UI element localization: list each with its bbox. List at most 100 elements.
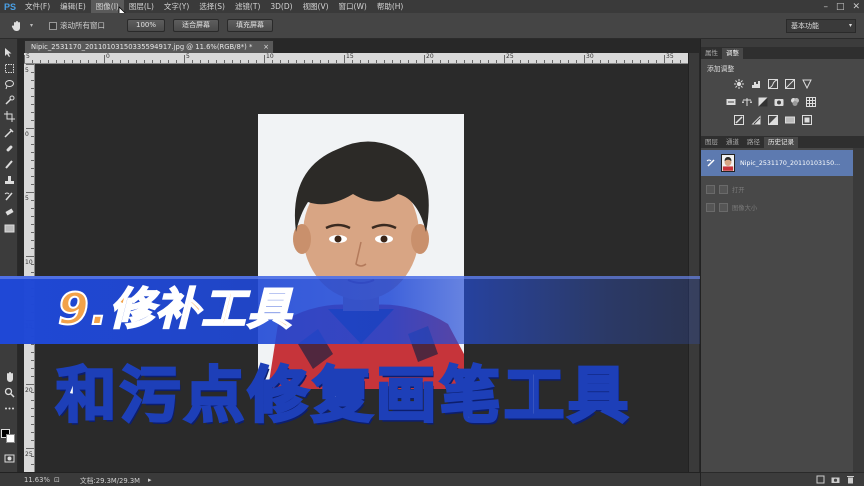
- tab-paths[interactable]: 路径: [743, 137, 764, 148]
- menu-view[interactable]: 视图(V): [298, 0, 334, 13]
- brush-tool-icon[interactable]: [2, 157, 16, 171]
- tab-history[interactable]: 历史记录: [764, 137, 798, 148]
- chevron-down-icon[interactable]: ▾: [30, 22, 33, 29]
- trash-icon[interactable]: [846, 475, 855, 484]
- ruler-label: 0: [25, 131, 29, 138]
- color-balance-icon[interactable]: [741, 97, 752, 107]
- brightness-icon[interactable]: [733, 79, 744, 89]
- new-document-from-state-icon[interactable]: [816, 475, 825, 484]
- quick-mask-icon[interactable]: [2, 451, 16, 465]
- exposure-icon[interactable]: [784, 79, 795, 89]
- background-color-swatch[interactable]: [6, 434, 15, 443]
- ellipsis-icon[interactable]: [2, 401, 16, 415]
- ruler-tick: [26, 64, 34, 65]
- chevron-right-icon[interactable]: ▸: [148, 476, 152, 484]
- hand-tool-icon[interactable]: [2, 369, 16, 383]
- scroll-all-windows-checkbox[interactable]: 滚动所有窗口: [49, 20, 105, 31]
- checkbox-box[interactable]: [49, 21, 58, 30]
- tab-channels[interactable]: 通道: [722, 137, 743, 148]
- levels-icon[interactable]: [750, 79, 761, 89]
- ruler-tick: [26, 448, 34, 449]
- ruler-label: 10: [25, 259, 33, 266]
- ruler-label: 15: [346, 53, 354, 60]
- zoom-100-button[interactable]: 100%: [127, 19, 166, 32]
- ruler-label: 35: [666, 53, 674, 60]
- ruler-tick: [26, 192, 34, 193]
- tab-adjustments[interactable]: 调整: [722, 48, 743, 59]
- ruler-label: 25: [25, 451, 33, 458]
- ruler-tick: [24, 55, 25, 63]
- lasso-tool-icon[interactable]: [2, 77, 16, 91]
- photo-filter-icon[interactable]: [773, 97, 784, 107]
- ruler-label: 5: [26, 53, 30, 60]
- maximize-icon[interactable]: □: [836, 2, 845, 12]
- document-tab[interactable]: Nipic_2531170_20110103150335594917.jpg @…: [24, 40, 274, 53]
- tab-properties[interactable]: 属性: [701, 48, 722, 59]
- workspace-value: 基本功能: [791, 22, 819, 30]
- gradient-tool-icon[interactable]: [2, 221, 16, 235]
- tab-layers[interactable]: 图层: [701, 137, 722, 148]
- ruler-tick: [424, 55, 425, 63]
- menu-3d[interactable]: 3D(D): [265, 0, 297, 13]
- hand-tool-icon[interactable]: [6, 17, 28, 35]
- chevron-down-icon: ▾: [848, 22, 852, 29]
- threshold-icon[interactable]: [767, 115, 778, 125]
- color-lookup-icon[interactable]: [805, 97, 816, 107]
- ruler-label: 25: [506, 53, 514, 60]
- history-brush-source-icon[interactable]: [701, 158, 721, 168]
- close-icon[interactable]: ×: [263, 41, 269, 53]
- menu-help[interactable]: 帮助(H): [372, 0, 409, 13]
- crop-tool-icon[interactable]: [2, 109, 16, 123]
- photoshop-logo: PS: [3, 1, 16, 12]
- stamp-tool-icon[interactable]: [2, 173, 16, 187]
- zoom-tool-icon[interactable]: [2, 385, 16, 399]
- menu-window[interactable]: 窗口(W): [334, 0, 372, 13]
- options-bar: ▾ 滚动所有窗口 100% 适合屏幕 填充屏幕 基本功能 ▾: [0, 13, 864, 39]
- status-info-icon[interactable]: ⊡: [54, 476, 60, 484]
- history-state-icon: [719, 184, 728, 194]
- minimize-icon[interactable]: –: [823, 2, 828, 12]
- history-snapshot[interactable]: Nipic_2531170_20110103150...: [701, 150, 853, 176]
- history-brush-icon[interactable]: [2, 189, 16, 203]
- posterize-icon[interactable]: [750, 115, 761, 125]
- ruler-label: 5: [25, 67, 29, 74]
- history-state-open[interactable]: 打开: [701, 180, 853, 198]
- spot-healing-brush-icon[interactable]: [2, 141, 16, 155]
- workspace-select[interactable]: 基本功能 ▾: [786, 19, 856, 33]
- menu-filter[interactable]: 滤镜(T): [230, 0, 265, 13]
- menu-layer[interactable]: 图层(L): [124, 0, 159, 13]
- menu-file[interactable]: 文件(F): [20, 0, 55, 13]
- menu-edit[interactable]: 编辑(E): [55, 0, 91, 13]
- ruler-tick: [184, 55, 185, 63]
- fill-screen-button[interactable]: 填充屏幕: [227, 19, 274, 32]
- selective-color-icon[interactable]: [801, 115, 812, 125]
- channel-mixer-icon[interactable]: [789, 97, 800, 107]
- zoom-level[interactable]: 11.63%: [0, 476, 50, 484]
- hue-saturation-icon[interactable]: [725, 97, 736, 107]
- close-icon[interactable]: ✕: [852, 2, 860, 12]
- menu-type[interactable]: 文字(Y): [159, 0, 194, 13]
- curves-icon[interactable]: [767, 79, 778, 89]
- properties-panel-tabs: 属性 调整: [701, 47, 864, 59]
- gradient-map-icon[interactable]: [784, 115, 795, 125]
- history-scrollbar[interactable]: [853, 148, 864, 472]
- vibrance-icon[interactable]: [801, 79, 812, 89]
- eyedropper-tool-icon[interactable]: [2, 125, 16, 139]
- document-size-info: 文档:29.3M/29.3M: [79, 476, 141, 485]
- history-state-image-size[interactable]: 图像大小: [701, 198, 853, 216]
- ruler-label: 10: [266, 53, 274, 60]
- black-white-icon[interactable]: [757, 97, 768, 107]
- ruler-label: 5: [186, 53, 190, 60]
- canvas-scrollbar[interactable]: [688, 53, 699, 472]
- marquee-tool-icon[interactable]: [2, 61, 16, 75]
- menu-select[interactable]: 选择(S): [194, 0, 230, 13]
- move-tool-icon[interactable]: [2, 45, 16, 59]
- window-controls: – □ ✕: [823, 0, 860, 13]
- fit-screen-button[interactable]: 适合屏幕: [173, 19, 220, 32]
- history-panel: Nipic_2531170_20110103150... 打开 图像大小: [701, 148, 864, 472]
- camera-icon[interactable]: [831, 475, 840, 484]
- invert-icon[interactable]: [733, 115, 744, 125]
- quick-select-tool-icon[interactable]: [2, 93, 16, 107]
- history-state-icon: [706, 184, 715, 194]
- eraser-tool-icon[interactable]: [2, 205, 16, 219]
